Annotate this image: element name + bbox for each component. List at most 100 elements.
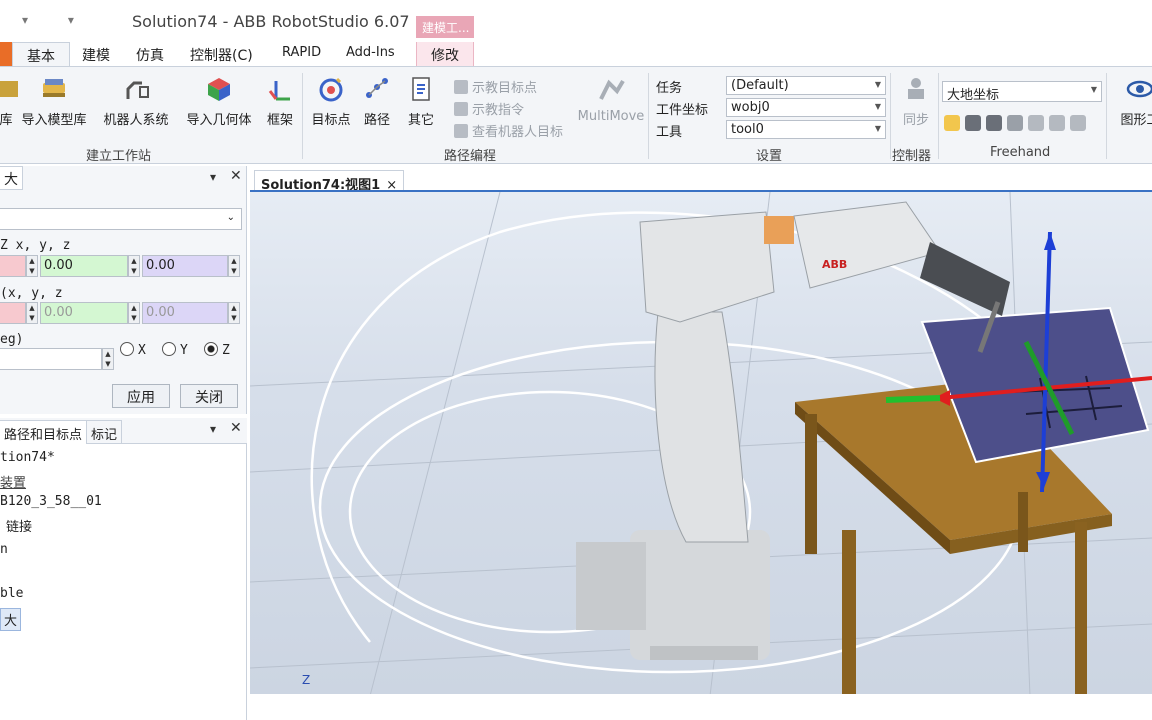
svg-text:ABB: ABB (822, 258, 847, 271)
spin-stepper[interactable]: ▲ ▼ (228, 255, 240, 277)
tab-controller[interactable]: 控制器(C) (190, 42, 253, 67)
axis-x-radio[interactable]: X (120, 342, 146, 358)
target-button[interactable]: 目标点 (308, 75, 354, 128)
teach-instruction-icon (454, 102, 468, 116)
eye-icon (1126, 80, 1152, 98)
tab-paths-targets[interactable]: 路径和目标点 (0, 420, 88, 444)
tree-item-devices[interactable]: 装置 (0, 472, 26, 491)
chevron-down-icon: ▼ (874, 102, 881, 111)
spin-stepper[interactable]: ▲ ▼ (26, 302, 38, 324)
view-robot-target-button[interactable]: 查看机器人目标 (454, 121, 563, 140)
apply-button[interactable]: 应用 (112, 384, 170, 408)
robot-system-icon (126, 81, 149, 99)
freehand-frame-combo[interactable]: 大地坐标 ▼ (942, 81, 1102, 103)
ribbon: 库 导入模型库 机器人系统 导入几何体 框架 建立工作站 目标点 路径 其它 示… (0, 66, 1152, 164)
spin-stepper[interactable]: ▲ ▼ (128, 302, 140, 324)
library-button[interactable]: 库 (0, 75, 18, 128)
task-label: 任务 (656, 81, 683, 96)
angle-label: eg) (0, 332, 24, 347)
geometry-cube-icon (208, 78, 230, 101)
tree-item-selected[interactable]: 大 (0, 608, 22, 631)
wobj-combo[interactable]: wobj0 ▼ (726, 98, 886, 117)
quick-access-toolbar[interactable]: ▾ ▾ (22, 13, 92, 27)
other-button[interactable]: 其它 (404, 75, 438, 128)
jog-options-icon[interactable] (1070, 115, 1086, 131)
spin-stepper[interactable]: ▲ ▼ (128, 255, 140, 277)
angle-field[interactable] (0, 348, 102, 370)
tab-simulation[interactable]: 仿真 (136, 42, 164, 67)
title-bar: ▾ ▾ Solution74 - ABB RobotStudio 6.07 建模… (0, 0, 1152, 38)
pin-icon[interactable]: ▾ (210, 422, 216, 436)
3d-scene[interactable]: ABB Z (250, 190, 1152, 694)
axis-z-radio[interactable]: Z (204, 342, 230, 358)
pin-icon[interactable]: ▾ (210, 170, 216, 184)
spin-stepper[interactable]: ▲ ▼ (228, 302, 240, 324)
reference-select[interactable]: ⌄ (0, 208, 242, 230)
ribbon-tabs: 基本 建模 仿真 控制器(C) RAPID Add-Ins 修改 (0, 38, 1152, 67)
position-x-field[interactable] (0, 255, 26, 277)
move-icon[interactable] (944, 115, 960, 131)
rotation-y-field[interactable]: 0.00 (40, 302, 128, 324)
tree-item-station[interactable]: tion74* (0, 450, 55, 465)
scene-graphics: ABB Z (250, 192, 1152, 694)
jog-linear-icon[interactable] (1007, 115, 1023, 131)
tab-tags[interactable]: 标记 (86, 420, 123, 444)
multimove-button[interactable]: MultiMove (576, 75, 646, 124)
tab-basic[interactable]: 基本 (12, 42, 70, 67)
axis-label-z: Z (302, 673, 310, 687)
radio-circle (120, 342, 134, 356)
view-robot-target-icon (454, 124, 468, 138)
task-combo[interactable]: (Default) ▼ (726, 76, 886, 95)
freehand-tools (944, 115, 1091, 137)
tab-modify[interactable]: 修改 (416, 42, 474, 67)
sync-icon (908, 78, 924, 99)
axis-y-radio[interactable]: Y (162, 342, 188, 358)
chevron-down-icon: ▼ (1090, 85, 1097, 94)
multi-robot-jog-icon[interactable] (1049, 115, 1065, 131)
rotation-x-field[interactable] (0, 302, 26, 324)
tab-rapid[interactable]: RAPID (282, 42, 321, 67)
tree-panel-tabs: 路径和目标点 标记 ▾ ✕ (0, 418, 247, 444)
import-model-library-button[interactable]: 导入模型库 (18, 75, 90, 128)
multimove-icon (599, 79, 625, 100)
controller-group-label: 控制器 (892, 149, 932, 164)
graphics-tools-button[interactable]: 图形工 (1110, 75, 1152, 128)
tab-modeling[interactable]: 建模 (82, 42, 110, 67)
sync-button[interactable]: 同步 (896, 75, 936, 128)
tool-combo[interactable]: tool0 ▼ (726, 120, 886, 139)
close-button[interactable]: 关闭 (180, 384, 238, 408)
frame-button[interactable]: 框架 (262, 75, 298, 128)
panel-tab-rotate[interactable]: 大 (0, 166, 23, 190)
tree-item-table[interactable]: ble (0, 586, 23, 601)
ribbon-separator (302, 73, 303, 159)
position-y-field[interactable]: 0.00 (40, 255, 128, 277)
close-icon[interactable]: ✕ (230, 420, 242, 436)
robot-system-button[interactable]: 机器人系统 (99, 75, 173, 128)
chevron-down-icon: ▼ (874, 124, 881, 133)
position-z-field[interactable]: 0.00 (142, 255, 228, 277)
teach-instruction-button[interactable]: 示教指令 (454, 99, 524, 118)
window-title: Solution74 - ABB RobotStudio 6.07 (132, 12, 410, 31)
file-tab[interactable] (0, 42, 12, 67)
robotstudio-window: ▾ ▾ Solution74 - ABB RobotStudio 6.07 建模… (0, 0, 1152, 720)
path-button[interactable]: 路径 (360, 75, 394, 128)
close-icon[interactable]: ✕ (230, 168, 242, 184)
settings-group-label: 设置 (756, 149, 783, 164)
tab-add-ins[interactable]: Add-Ins (346, 42, 395, 67)
spin-stepper[interactable]: ▲ ▼ (26, 255, 38, 277)
ribbon-separator (1106, 73, 1107, 159)
tree-item-n[interactable]: n (0, 542, 8, 557)
ribbon-separator (890, 73, 891, 159)
import-geometry-button[interactable]: 导入几何体 (183, 75, 255, 128)
tree-item-links[interactable]: 链接 (6, 516, 32, 535)
jog-joint-icon[interactable] (986, 115, 1002, 131)
tree-item-robot[interactable]: B120_3_58__01 (0, 494, 102, 509)
teach-target-icon (454, 80, 468, 94)
frame-icon (268, 81, 290, 101)
rotation-z-field[interactable]: 0.00 (142, 302, 228, 324)
jog-reorient-icon[interactable] (1028, 115, 1044, 131)
other-document-icon (412, 77, 430, 101)
rotate-icon[interactable] (965, 115, 981, 131)
teach-target-button[interactable]: 示教目标点 (454, 77, 537, 96)
spin-stepper[interactable]: ▲ ▼ (102, 348, 114, 370)
